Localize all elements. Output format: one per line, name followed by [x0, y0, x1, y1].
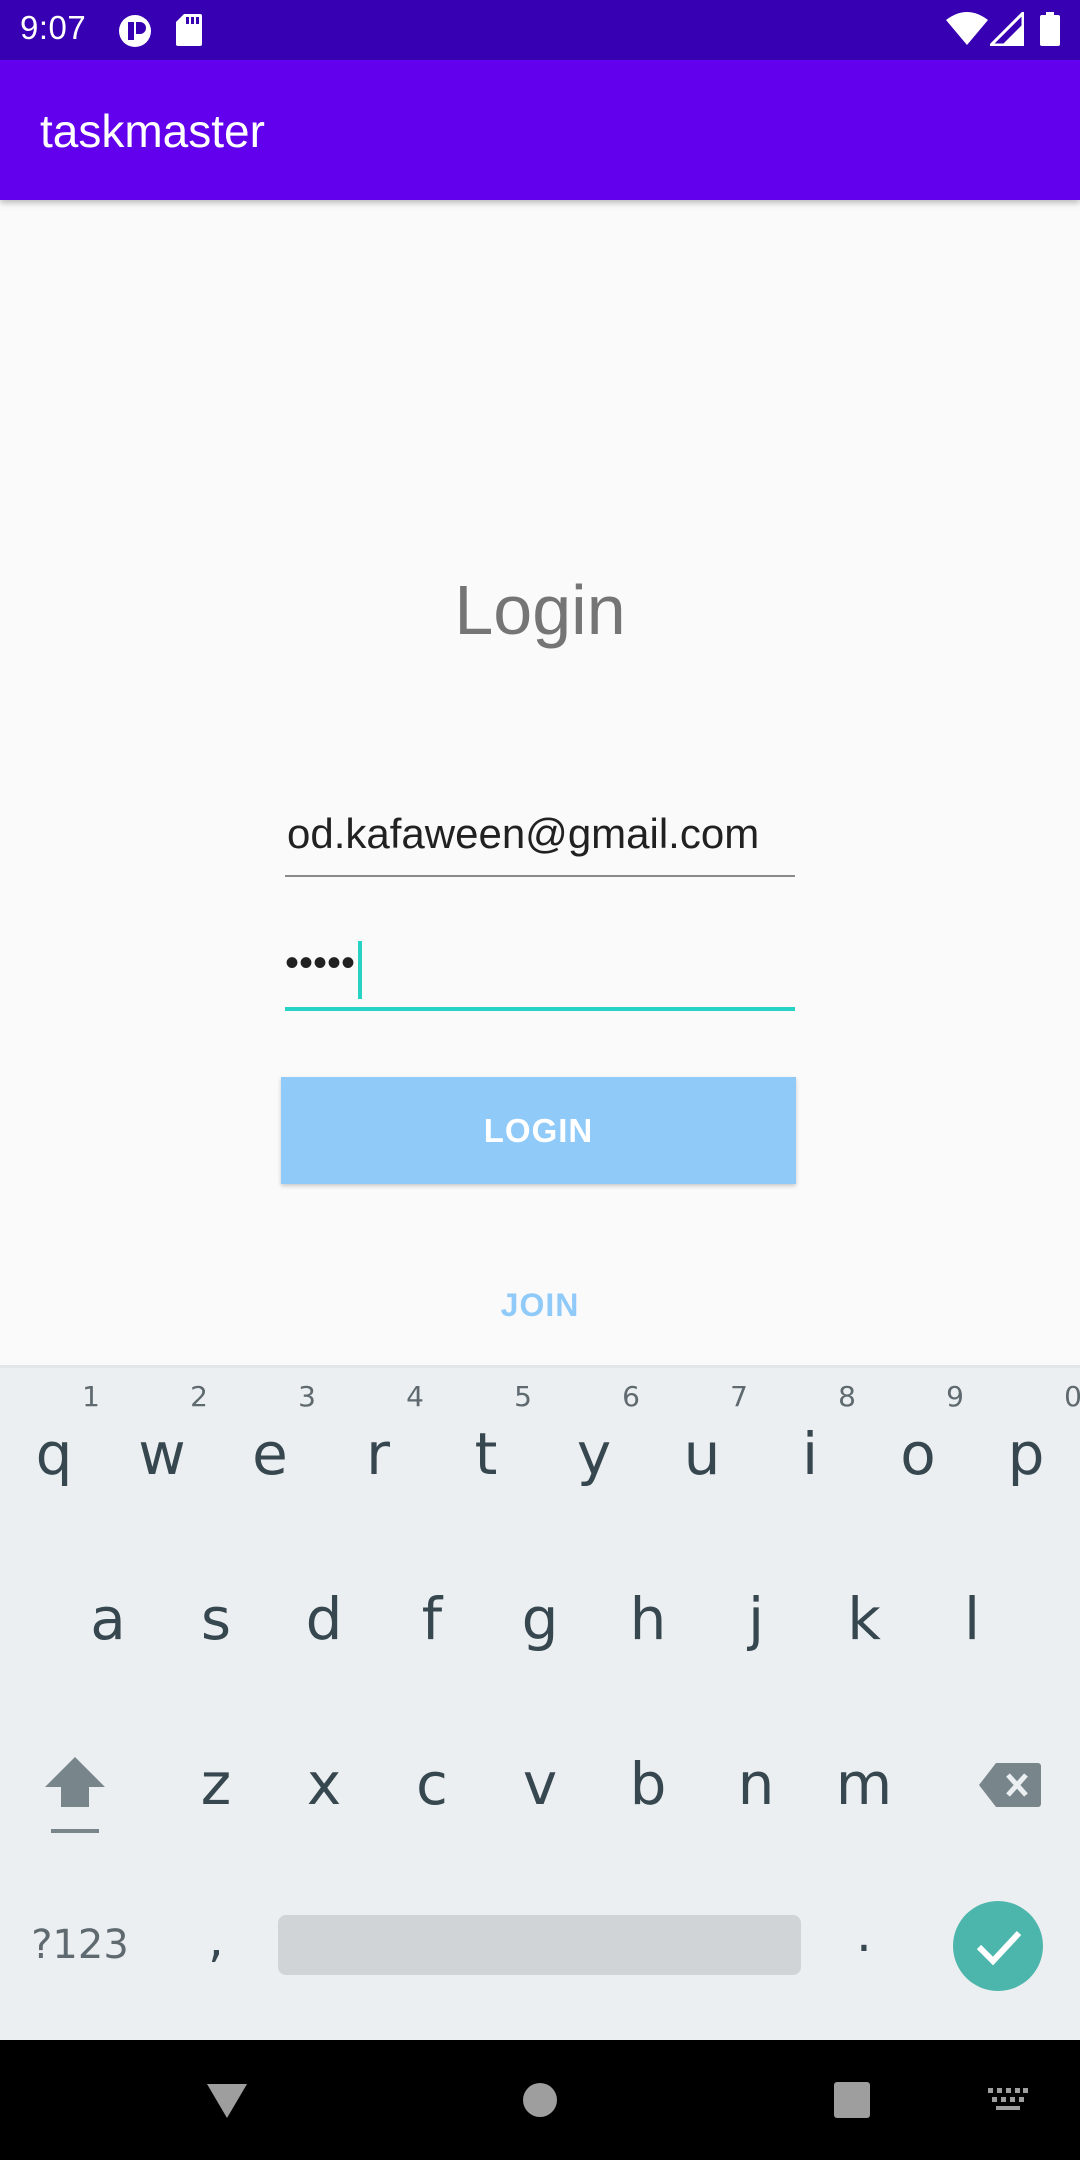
- key-g[interactable]: g: [486, 1585, 594, 1653]
- wifi-icon: [946, 12, 988, 51]
- key-label: h: [629, 1585, 667, 1653]
- key-hint: 0: [1064, 1380, 1080, 1413]
- key-label: n: [737, 1750, 775, 1818]
- signal-icon: [987, 9, 1025, 51]
- key-w[interactable]: w2: [108, 1380, 216, 1488]
- app-notification-icon: [118, 14, 152, 53]
- password-field[interactable]: •••••: [285, 935, 795, 1011]
- key-a[interactable]: a: [54, 1585, 162, 1653]
- key-label: u: [683, 1420, 721, 1488]
- key-hint: 1: [82, 1380, 100, 1413]
- key-y[interactable]: y6: [540, 1380, 648, 1488]
- key-label: g: [521, 1585, 559, 1653]
- key-b[interactable]: b: [594, 1750, 702, 1818]
- navigation-bar: [0, 2040, 1080, 2160]
- key-e[interactable]: e3: [216, 1380, 324, 1488]
- key-label: s: [200, 1585, 232, 1653]
- key-q[interactable]: q1: [0, 1380, 108, 1488]
- key-n[interactable]: n: [702, 1750, 810, 1818]
- key-d[interactable]: d: [270, 1585, 378, 1653]
- key-label: c: [416, 1750, 448, 1818]
- key-label: b: [629, 1750, 667, 1818]
- key-hint: 3: [298, 1380, 316, 1413]
- space-key[interactable]: [278, 1915, 801, 1975]
- key-label: m: [835, 1750, 893, 1818]
- key-label: o: [900, 1420, 936, 1488]
- backspace-key[interactable]: [965, 1755, 1055, 1823]
- key-r[interactable]: r4: [324, 1380, 432, 1488]
- key-label: x: [306, 1750, 342, 1818]
- status-time: 9:07: [20, 9, 87, 46]
- key-label: p: [1007, 1420, 1045, 1488]
- enter-key[interactable]: [953, 1901, 1043, 1991]
- key-label: f: [421, 1585, 443, 1653]
- key-f[interactable]: f: [378, 1585, 486, 1653]
- key-l[interactable]: l: [918, 1585, 1026, 1653]
- comma-key[interactable]: ,: [162, 1910, 270, 1968]
- key-i[interactable]: i8: [756, 1380, 864, 1488]
- key-c[interactable]: c: [378, 1750, 486, 1818]
- key-hint: 9: [946, 1380, 964, 1413]
- key-label: k: [847, 1585, 881, 1653]
- app-bar: taskmaster: [0, 60, 1080, 200]
- keyboard-switch-icon[interactable]: [988, 2088, 1028, 2116]
- key-hint: 8: [838, 1380, 856, 1413]
- period-key[interactable]: .: [810, 1905, 918, 1963]
- sd-card-icon: [176, 14, 202, 51]
- key-hint: 6: [622, 1380, 640, 1413]
- key-t[interactable]: t5: [432, 1380, 540, 1488]
- key-s[interactable]: s: [162, 1585, 270, 1653]
- key-v[interactable]: v: [486, 1750, 594, 1818]
- back-icon[interactable]: [205, 2082, 249, 2120]
- key-m[interactable]: m: [810, 1750, 918, 1818]
- key-j[interactable]: j: [702, 1585, 810, 1653]
- key-label: v: [522, 1750, 558, 1818]
- key-label: z: [200, 1750, 232, 1818]
- key-label: d: [305, 1585, 343, 1653]
- recents-icon[interactable]: [834, 2082, 870, 2118]
- key-x[interactable]: x: [270, 1750, 378, 1818]
- key-label: w: [138, 1420, 186, 1488]
- app-title: taskmaster: [40, 105, 265, 157]
- shift-icon: [45, 1757, 105, 1833]
- key-label: r: [366, 1420, 390, 1488]
- password-value: •••••: [285, 941, 356, 985]
- email-value: od.kafaween@gmail.com: [287, 810, 760, 857]
- home-icon[interactable]: [522, 2082, 558, 2118]
- key-label: .: [856, 1905, 872, 1963]
- key-hint: 5: [514, 1380, 532, 1413]
- status-bar: 9:07: [0, 0, 1080, 60]
- email-field[interactable]: od.kafaween@gmail.com: [285, 805, 795, 877]
- key-hint: 7: [730, 1380, 748, 1413]
- key-label: i: [801, 1420, 819, 1488]
- key-z[interactable]: z: [162, 1750, 270, 1818]
- key-label: e: [252, 1420, 288, 1488]
- key-label: t: [474, 1420, 498, 1488]
- key-label: y: [576, 1420, 612, 1488]
- key-label: ,: [208, 1910, 224, 1968]
- key-hint: 4: [406, 1380, 424, 1413]
- key-o[interactable]: o9: [864, 1380, 972, 1488]
- key-label: a: [90, 1585, 126, 1653]
- login-button[interactable]: LOGIN: [281, 1077, 796, 1184]
- shift-key[interactable]: [20, 1755, 130, 1845]
- text-cursor: [358, 941, 362, 999]
- key-hint: 2: [190, 1380, 208, 1413]
- key-label: ?123: [31, 1922, 129, 1968]
- key-h[interactable]: h: [594, 1585, 702, 1653]
- key-p[interactable]: p0: [972, 1380, 1080, 1488]
- battery-icon: [1040, 12, 1060, 51]
- checkmark-icon: [976, 1930, 1022, 1966]
- key-k[interactable]: k: [810, 1585, 918, 1653]
- backspace-icon: [979, 1763, 1041, 1807]
- key-label: j: [747, 1585, 765, 1653]
- key-u[interactable]: u7: [648, 1380, 756, 1488]
- login-title: Login: [454, 571, 626, 649]
- key-label: l: [963, 1585, 981, 1653]
- symbols-key[interactable]: ?123: [20, 1922, 140, 1968]
- join-button[interactable]: JOIN: [440, 1275, 640, 1335]
- key-label: q: [35, 1420, 73, 1488]
